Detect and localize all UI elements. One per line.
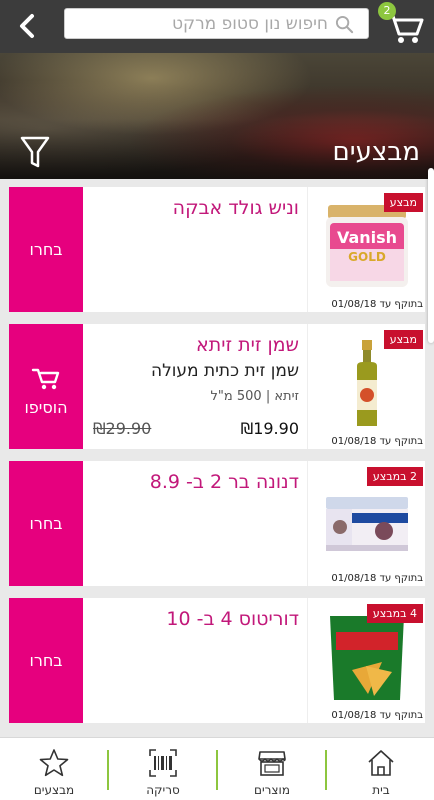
- product-image-area[interactable]: Vanish GOLD מבצע בתוקף עד 01/08/18: [307, 187, 425, 312]
- doritos-bag-image: [330, 616, 404, 700]
- top-bar: 2: [0, 0, 434, 53]
- product-name: שמן זית זיתא: [196, 334, 299, 356]
- offer-info: שמן זית זיתא שמן זית כתית מעולה זיתא | 5…: [93, 324, 303, 449]
- nav-item-deals[interactable]: מבצעים: [0, 738, 108, 800]
- product-brand-size: זיתא | 500 מ"ל: [210, 389, 299, 404]
- search-input[interactable]: [65, 9, 368, 38]
- nav-item-home[interactable]: בית: [327, 738, 434, 800]
- cart-count-badge: 2: [378, 2, 396, 20]
- scrollbar[interactable]: [428, 168, 434, 343]
- valid-until: בתוקף עד 01/08/18: [331, 299, 423, 310]
- product-name: וניש גולד אבקה: [172, 197, 299, 219]
- nav-label: מבצעים: [33, 783, 75, 797]
- chevron-left-icon: [20, 14, 34, 38]
- sale-badge: מבצע: [383, 193, 423, 212]
- offer-info: דוריטוס 4 ב- 10: [93, 598, 303, 723]
- product-price: ₪19.90: [240, 419, 299, 438]
- bottom-nav: מבצעים סריקה מוצרים בית: [0, 737, 434, 800]
- product-name: דנונה בר 2 ב- 8.9: [149, 471, 299, 493]
- product-image-area[interactable]: מבצע בתוקף עד 01/08/18: [307, 324, 425, 449]
- sale-badge: 4 במבצע: [366, 604, 423, 623]
- choose-button-label: בחרו: [29, 651, 63, 670]
- offer-card[interactable]: הוסיפו שמן זית זיתא שמן זית כתית מעולה ז…: [9, 324, 425, 449]
- nav-label: מוצרים: [254, 783, 290, 797]
- svg-text:GOLD: GOLD: [348, 250, 386, 264]
- home-icon: [368, 750, 394, 776]
- search-icon: [335, 15, 354, 34]
- yogurt-product-image: [326, 497, 408, 551]
- store-icon: [258, 751, 286, 776]
- barcode-icon: [149, 749, 177, 777]
- nav-item-products[interactable]: מוצרים: [218, 738, 326, 800]
- search-box[interactable]: [64, 8, 369, 39]
- offer-info: דנונה בר 2 ב- 8.9: [93, 461, 303, 586]
- svg-text:Vanish: Vanish: [337, 228, 397, 247]
- product-image-area[interactable]: 2 במבצע בתוקף עד 01/08/18: [307, 461, 425, 586]
- nav-label: בית: [372, 783, 390, 797]
- choose-button[interactable]: בחרו: [9, 598, 83, 723]
- valid-until: בתוקף עד 01/08/18: [331, 710, 423, 721]
- offer-card[interactable]: בחרו דנונה בר 2 ב- 8.9 2 במבצע בתוקף עד …: [9, 461, 425, 586]
- nav-label: סריקה: [146, 783, 180, 797]
- offer-card[interactable]: בחרו וניש גולד אבקה Vanish GOLD מבצע בתו…: [9, 187, 425, 312]
- filter-button[interactable]: [20, 135, 50, 169]
- page-title: מבצעים: [332, 137, 420, 167]
- valid-until: בתוקף עד 01/08/18: [331, 573, 423, 584]
- choose-button[interactable]: בחרו: [9, 461, 83, 586]
- star-icon: [39, 749, 69, 777]
- nav-item-scan[interactable]: סריקה: [109, 738, 217, 800]
- product-old-price: ₪29.90: [93, 419, 152, 438]
- add-to-cart-icon: [31, 368, 60, 390]
- vanish-product-image: Vanish GOLD: [326, 205, 408, 287]
- back-button[interactable]: [14, 12, 42, 40]
- choose-button[interactable]: בחרו: [9, 187, 83, 312]
- offer-info: וניש גולד אבקה: [93, 187, 303, 312]
- hero-banner: מבצעים: [0, 53, 434, 179]
- product-name: דוריטוס 4 ב- 10: [166, 608, 299, 630]
- valid-until: בתוקף עד 01/08/18: [331, 436, 423, 447]
- product-description: שמן זית כתית מעולה: [150, 361, 299, 381]
- olive-oil-bottle-image: [357, 340, 377, 426]
- filter-icon: [20, 136, 50, 168]
- offer-card[interactable]: בחרו דוריטוס 4 ב- 10 4 במבצע בתוקף עד 01…: [9, 598, 425, 723]
- choose-button-label: בחרו: [29, 240, 63, 259]
- product-image-area[interactable]: 4 במבצע בתוקף עד 01/08/18: [307, 598, 425, 723]
- sale-badge: 2 במבצע: [366, 467, 423, 486]
- choose-button-label: בחרו: [29, 514, 63, 533]
- add-to-cart-button[interactable]: הוסיפו: [9, 324, 83, 449]
- add-button-label: הוסיפו: [24, 398, 68, 417]
- sale-badge: מבצע: [383, 330, 423, 349]
